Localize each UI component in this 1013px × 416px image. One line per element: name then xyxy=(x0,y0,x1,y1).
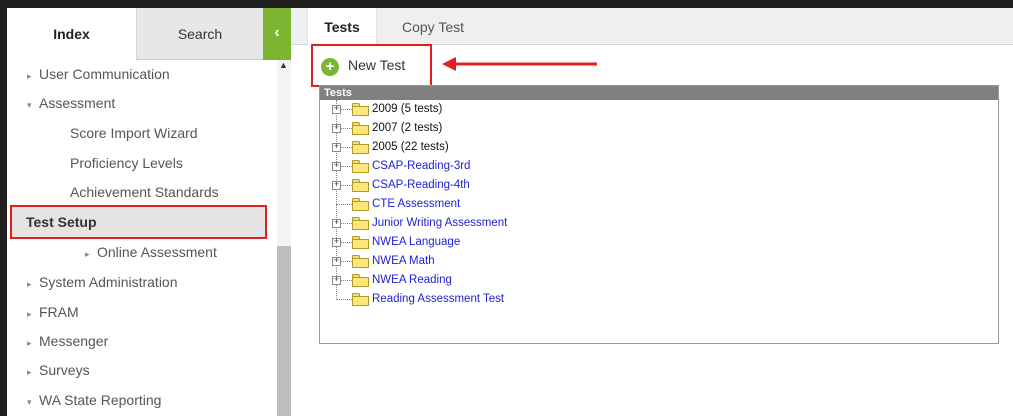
caret-down-icon: ▾ xyxy=(27,100,32,110)
tree-row-label[interactable]: 2007 (2 tests) xyxy=(372,119,442,138)
sidebar-scrollbar[interactable]: ▲ xyxy=(277,60,291,416)
tree-row[interactable]: + Junior Writing Assessment xyxy=(320,214,720,233)
folder-icon xyxy=(352,293,369,306)
caret-right-icon: ▸ xyxy=(27,279,32,289)
folder-icon xyxy=(352,179,369,192)
sidebar-tabs: Index Search ‹ xyxy=(7,8,291,60)
tree-header: Tests xyxy=(320,86,998,100)
scroll-up-icon[interactable]: ▲ xyxy=(279,60,288,70)
expand-icon[interactable]: + xyxy=(332,105,341,114)
tests-tree-panel: Tests + 2009 (5 tests) + 2007 (2 tests) … xyxy=(319,85,999,344)
caret-right-icon: ▸ xyxy=(27,309,32,319)
caret-right-icon: ▸ xyxy=(85,249,90,259)
expand-icon[interactable]: + xyxy=(332,257,341,266)
caret-right-icon: ▸ xyxy=(27,367,32,377)
sidebar-item-label: Messenger xyxy=(39,333,109,349)
sidebar-item-label: Achievement Standards xyxy=(70,184,219,200)
sidebar-item-label: WA State Reporting xyxy=(39,392,162,408)
folder-icon xyxy=(352,160,369,173)
plus-icon: + xyxy=(321,58,339,76)
expand-icon[interactable]: + xyxy=(332,143,341,152)
caret-right-icon: ▸ xyxy=(27,338,32,348)
sidebar-item-label: FRAM xyxy=(39,304,79,320)
tab-search[interactable]: Search xyxy=(137,8,263,60)
caret-down-icon: ▾ xyxy=(27,397,32,407)
sidebar-item-user-communication[interactable]: ▸ User Communication xyxy=(27,60,170,89)
folder-icon xyxy=(352,122,369,135)
scrollbar-thumb[interactable] xyxy=(277,246,291,416)
tree-row-label[interactable]: CSAP-Reading-4th xyxy=(372,176,470,195)
tree-row-label[interactable]: CTE Assessment xyxy=(372,195,460,214)
folder-icon xyxy=(352,198,369,211)
sidebar-item-system-administration[interactable]: ▸ System Administration xyxy=(27,268,178,297)
expand-icon[interactable]: + xyxy=(332,276,341,285)
folder-icon xyxy=(352,217,369,230)
sidebar-item-assessment[interactable]: ▾ Assessment xyxy=(27,89,115,118)
folder-icon xyxy=(352,255,369,268)
sidebar-item-fram[interactable]: ▸ FRAM xyxy=(27,298,79,327)
tree-row[interactable]: + CSAP-Reading-3rd xyxy=(320,157,720,176)
tree-row[interactable]: Reading Assessment Test xyxy=(320,290,720,309)
tree-row-label[interactable]: NWEA Reading xyxy=(372,271,452,290)
folder-icon xyxy=(352,274,369,287)
sidebar-item-proficiency-levels[interactable]: Proficiency Levels xyxy=(70,149,183,178)
tree-row[interactable]: + 2005 (22 tests) xyxy=(320,138,720,157)
tree-row[interactable]: + NWEA Language xyxy=(320,233,720,252)
tree-row-label[interactable]: CSAP-Reading-3rd xyxy=(372,157,470,176)
main-tabs: Tests Copy Test xyxy=(291,8,1013,46)
sidebar-item-score-import-wizard[interactable]: Score Import Wizard xyxy=(70,119,198,148)
sidebar-item-messenger[interactable]: ▸ Messenger xyxy=(27,327,108,356)
sidebar-item-achievement-standards[interactable]: Achievement Standards xyxy=(70,178,219,207)
tree-row[interactable]: + NWEA Math xyxy=(320,252,720,271)
sidebar-item-label: Score Import Wizard xyxy=(70,125,198,141)
tree-row[interactable]: + NWEA Reading xyxy=(320,271,720,290)
caret-right-icon: ▸ xyxy=(27,71,32,81)
tab-index[interactable]: Index xyxy=(7,8,137,60)
sidebar-item-label: Test Setup xyxy=(26,214,97,230)
folder-icon xyxy=(352,141,369,154)
sidebar-item-label: Proficiency Levels xyxy=(70,155,183,171)
tree-row-label[interactable]: 2009 (5 tests) xyxy=(372,100,442,119)
tab-copy-test[interactable]: Copy Test xyxy=(402,8,464,45)
sidebar-item-label: System Administration xyxy=(39,274,178,290)
tree-row-label[interactable]: 2005 (22 tests) xyxy=(372,138,449,157)
sidebar-item-wa-state-reporting[interactable]: ▾ WA State Reporting xyxy=(27,386,161,415)
new-test-label: New Test xyxy=(348,57,406,73)
sidebar-item-label: Online Assessment xyxy=(97,244,217,260)
tree-row[interactable]: CTE Assessment xyxy=(320,195,720,214)
sidebar-item-surveys[interactable]: ▸ Surveys xyxy=(27,356,90,385)
expand-icon[interactable]: + xyxy=(332,181,341,190)
tree-row-label[interactable]: Junior Writing Assessment xyxy=(372,214,507,233)
sidebar-item-label: Assessment xyxy=(39,95,116,111)
sidebar-item-test-setup[interactable]: Test Setup xyxy=(10,205,267,239)
folder-icon xyxy=(352,236,369,249)
sidebar-item-label: User Communication xyxy=(39,66,170,82)
sidebar-item-label: Surveys xyxy=(39,362,90,378)
collapse-sidebar-button[interactable]: ‹ xyxy=(263,8,291,60)
new-test-button[interactable]: + New Test xyxy=(311,44,432,87)
tree-row-label[interactable]: Reading Assessment Test xyxy=(372,290,504,309)
top-border xyxy=(291,0,1013,8)
expand-icon[interactable]: + xyxy=(332,219,341,228)
tree-row-label[interactable]: NWEA Math xyxy=(372,252,435,271)
annotation-arrow-icon xyxy=(442,57,597,71)
tree-row[interactable]: + 2007 (2 tests) xyxy=(320,119,720,138)
tab-tests[interactable]: Tests xyxy=(307,8,377,46)
main-content: Tests Copy Test + New Test Tests + 2009 … xyxy=(291,8,1013,416)
tree-row[interactable]: + CSAP-Reading-4th xyxy=(320,176,720,195)
tree-row-label[interactable]: NWEA Language xyxy=(372,233,460,252)
expand-icon[interactable]: + xyxy=(332,238,341,247)
sidebar-item-online-assessment[interactable]: ▸ Online Assessment xyxy=(85,238,217,267)
folder-icon xyxy=(352,103,369,116)
tree-row[interactable]: + 2009 (5 tests) xyxy=(320,100,720,119)
expand-icon[interactable]: + xyxy=(332,124,341,133)
expand-icon[interactable]: + xyxy=(332,162,341,171)
